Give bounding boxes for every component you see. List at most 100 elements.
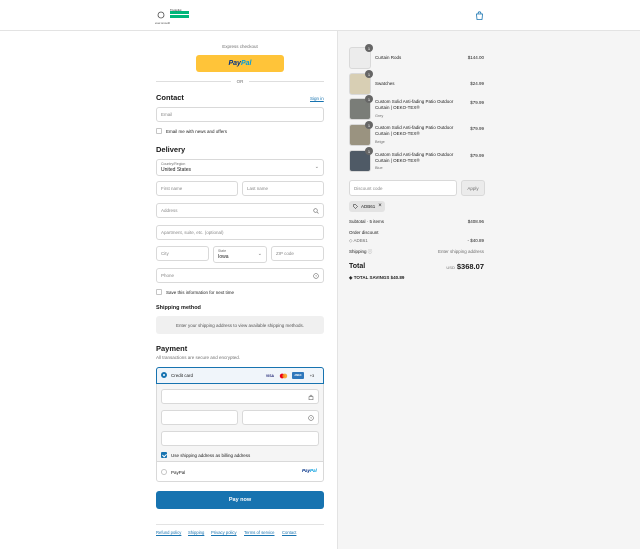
subtotal-value: $408.96 (467, 219, 484, 224)
shipping-notice-text: Enter your shipping address to view avai… (175, 322, 305, 328)
lock-icon (308, 394, 314, 402)
security-code-field[interactable]: ? (242, 410, 319, 425)
paypal-option-label: PayPal (171, 470, 186, 475)
item-variant: Blue (375, 166, 383, 170)
paypal-radio[interactable] (161, 469, 167, 475)
privacy-policy-link[interactable]: Privacy policy (211, 530, 237, 535)
currency-code: USD (446, 265, 455, 270)
discount-chip-code: ADB61 (361, 204, 376, 209)
city-placeholder: City (161, 251, 169, 256)
express-checkout-label: Express checkout (222, 44, 258, 49)
shipping-summary-label: Shipping ⓘ (349, 249, 372, 255)
address-field[interactable]: Address (156, 203, 324, 218)
paypal-logo-pal: Pal (310, 468, 317, 473)
save-info-label: Save this information for next time (166, 290, 235, 295)
shipping-link[interactable]: Shipping (188, 530, 204, 535)
chevron-down-icon: ⌄ (314, 164, 319, 170)
contact-link[interactable]: Contact (282, 530, 296, 535)
zip-placeholder: ZIP code (276, 251, 294, 256)
phone-field[interactable]: Phone ? (156, 268, 324, 283)
item-price: $79.99 (470, 126, 484, 131)
mastercard-icon (278, 372, 289, 379)
or-divider: OR (156, 77, 324, 85)
save-info-checkbox[interactable] (156, 289, 162, 295)
state-label: State (218, 249, 227, 253)
item-price: $144.00 (467, 55, 484, 60)
discount-code-input[interactable]: Discount code (349, 180, 457, 196)
paypal-logo-pay: Pay (302, 468, 311, 473)
tag-icon (353, 203, 358, 210)
total-amount: $368.07 (456, 262, 484, 271)
terms-link[interactable]: Terms of service (244, 530, 274, 535)
amex-icon: AMEX (292, 372, 304, 379)
country-select[interactable]: Country/Region United States ⌄ (156, 159, 324, 176)
credit-card-label: Credit card (171, 373, 194, 378)
quantity-badge: 1 (365, 147, 373, 155)
more-cards-badge: +3 (309, 373, 315, 378)
billing-same-checkbox[interactable] (161, 452, 167, 458)
expiration-field[interactable] (161, 410, 238, 425)
apartment-field[interactable]: Apartment, suite, etc. (optional) (156, 225, 324, 240)
payment-subtitle: All transactions are secure and encrypte… (156, 355, 241, 360)
help-icon[interactable]: ? (308, 415, 314, 423)
email-field[interactable]: Email (156, 107, 324, 122)
item-name: Custom Solid Anti-fading Patio Outdoor C… (375, 152, 454, 163)
shipping-method-title: Shipping method (156, 305, 201, 311)
last-name-field[interactable]: Last name (242, 181, 324, 196)
quantity-badge: 1 (365, 95, 373, 103)
item-variant: Grey (375, 114, 384, 118)
pay-now-button[interactable]: Pay now (156, 491, 324, 509)
refund-policy-link[interactable]: Refund policy (156, 530, 181, 535)
shipping-summary-value: Enter shipping address (437, 249, 484, 254)
search-icon (313, 208, 319, 216)
savings-label: TOTAL SAVINGS (353, 275, 390, 280)
card-number-field[interactable] (161, 389, 319, 404)
first-name-field[interactable]: First name (156, 181, 238, 196)
order-discount-label: Order discount (349, 230, 379, 235)
item-price: $79.99 (470, 100, 484, 105)
discount-code-text: ADB61 (353, 238, 368, 243)
zip-field[interactable]: ZIP code (271, 246, 324, 261)
quantity-badge: 1 (365, 70, 373, 78)
help-icon[interactable]: ⓘ (368, 249, 373, 254)
shipping-summary-text: Shipping (349, 249, 367, 254)
cart-icon[interactable] (474, 10, 485, 21)
email-placeholder: Email (161, 112, 173, 117)
footer-divider (156, 524, 324, 525)
apply-button[interactable]: Apply (461, 180, 485, 196)
country-value: United States (161, 167, 192, 173)
paypal-logo-icon: PayPal (302, 468, 317, 473)
item-price: $24.99 (470, 81, 484, 86)
close-icon[interactable]: × (378, 203, 382, 209)
discount-placeholder: Discount code (354, 185, 383, 191)
svg-text:?: ? (315, 274, 317, 278)
state-select[interactable]: State Iowa ⌄ (213, 246, 267, 263)
contact-title: Contact (156, 93, 184, 102)
visa-icon: VISA (265, 373, 275, 378)
credit-card-radio[interactable] (161, 372, 167, 378)
address-placeholder: Address (161, 208, 178, 213)
item-name: Custom Solid Anti-fading Patio Outdoor C… (375, 99, 454, 110)
city-field[interactable]: City (156, 246, 209, 261)
state-value: Iowa (218, 254, 229, 260)
or-label: OR (236, 78, 244, 84)
svg-text:?: ? (310, 416, 312, 420)
chevron-down-icon: ⌄ (257, 251, 262, 257)
payment-title: Payment (156, 344, 188, 353)
quantity-badge: 1 (365, 121, 373, 129)
tag-icon: ◈ (349, 275, 353, 280)
total-value: USD $368.07 (446, 262, 484, 271)
phone-placeholder: Phone (161, 273, 175, 278)
item-name: Curtain Rods (375, 55, 402, 60)
news-label: Email me with news and offers (166, 129, 227, 134)
help-icon[interactable]: ? (313, 273, 319, 281)
tag-icon: ◇ (349, 238, 353, 243)
item-name: Custom Solid Anti-fading Patio Outdoor C… (375, 125, 454, 136)
discount-chip: ADB61 × (349, 201, 385, 212)
discount-code-row: ◇ ADB61 (349, 238, 368, 244)
name-on-card-field[interactable] (161, 431, 319, 446)
sign-in-link[interactable]: Sign in (310, 96, 324, 101)
item-variant: Beige (375, 140, 385, 144)
news-checkbox[interactable] (156, 128, 162, 134)
paypal-express-button[interactable]: Pay Pal (196, 55, 284, 72)
